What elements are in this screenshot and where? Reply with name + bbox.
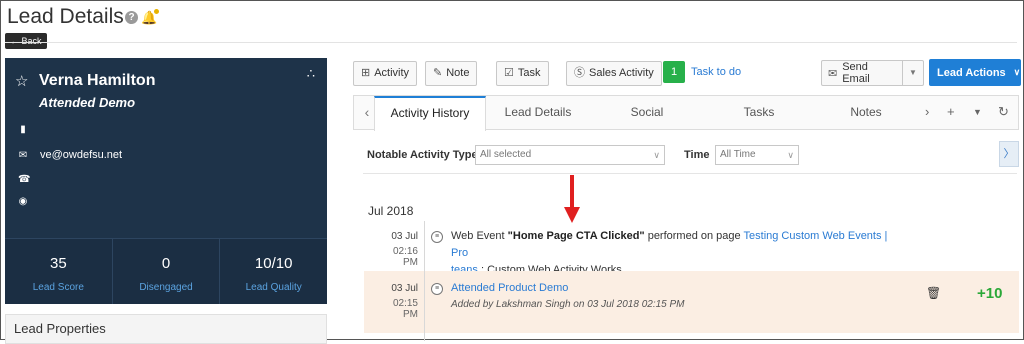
- entry-middle: performed on page: [644, 230, 744, 242]
- web-event-icon: ≡: [431, 231, 443, 243]
- arrow-shaft: [570, 175, 574, 209]
- activity-event-icon: ≡: [431, 283, 443, 295]
- time-filter-select[interactable]: All Time ∨: [715, 145, 799, 165]
- timeline-line-segment: [424, 271, 425, 341]
- arrow-left-icon: ←: [10, 36, 19, 46]
- tab-notes[interactable]: Notes: [816, 96, 916, 129]
- back-button-label: Back: [21, 36, 42, 46]
- activity-tabs: ‹ Activity History Lead Details Social T…: [353, 95, 1019, 131]
- send-email-label: Send Email: [842, 61, 870, 85]
- entry-prefix: Web Event: [451, 230, 508, 242]
- lead-name: Verna Hamilton: [39, 72, 156, 89]
- stat-lead-quality[interactable]: 10/10 Lead Quality: [219, 239, 327, 304]
- back-button[interactable]: ← Back: [5, 33, 47, 49]
- email-row: ✉ ve@owdefsu.net: [18, 149, 122, 161]
- tab-lead-details[interactable]: Lead Details: [488, 96, 588, 129]
- todo-count-badge[interactable]: 1: [663, 61, 685, 83]
- stat-value: 0: [161, 255, 171, 272]
- share-icon[interactable]: ∴: [307, 66, 315, 82]
- star-icon[interactable]: ☆: [15, 72, 28, 90]
- entry-time: 02:15 PM: [392, 298, 418, 320]
- chevron-down-icon[interactable]: ▼: [973, 107, 982, 117]
- lead-actions-label: Lead Actions: [937, 66, 1006, 79]
- page-title: Lead Details: [7, 5, 124, 28]
- header-divider: [5, 42, 1017, 43]
- month-heading: Jul 2018: [368, 204, 414, 218]
- notification-dot: [154, 9, 160, 14]
- stat-disengaged[interactable]: 0 Disengaged: [111, 239, 220, 304]
- trash-icon[interactable]: 🗑: [926, 286, 941, 300]
- company-row: ▮: [18, 124, 28, 135]
- chevron-down-icon: ∨: [653, 150, 660, 160]
- lead-stage: Attended Demo: [39, 95, 136, 110]
- chevron-down-icon: ∨: [1013, 67, 1021, 77]
- event-name: "Home Page CTA Clicked": [507, 230, 645, 242]
- location-row: ◉: [18, 196, 28, 207]
- attended-demo-link[interactable]: Attended Product Demo: [451, 280, 568, 297]
- entry-date: 03 Jul: [391, 231, 418, 242]
- map-pin-icon: ◉: [18, 196, 28, 207]
- dollar-icon: Ⓢ: [574, 67, 585, 79]
- stat-lead-score[interactable]: 35 Lead Score: [5, 239, 112, 304]
- red-arrow-annotation: [564, 175, 580, 223]
- tab-social[interactable]: Social: [597, 96, 697, 129]
- envelope-icon: ✉: [18, 149, 28, 161]
- send-email-button[interactable]: ✉ Send Email ▼: [821, 60, 924, 86]
- lead-actions-button[interactable]: Lead Actions ∨: [929, 59, 1021, 86]
- building-icon: ▮: [20, 124, 26, 135]
- chevron-down-icon: ∨: [787, 150, 794, 160]
- sales-activity-label: Sales Activity: [589, 67, 654, 79]
- time-filter-label: Time: [684, 149, 710, 161]
- sales-activity-button[interactable]: Ⓢ Sales Activity: [566, 61, 662, 86]
- lead-card: ☆ ∴ Verna Hamilton Attended Demo ▮ ✉ ve@…: [5, 58, 327, 304]
- bell-icon[interactable]: 🔔: [141, 9, 160, 24]
- refresh-icon[interactable]: ↻: [998, 104, 1009, 120]
- lead-email[interactable]: ve@owdefsu.net: [40, 149, 122, 161]
- activity-icon: ⊞: [361, 67, 371, 79]
- notable-activity-select[interactable]: All selected ∨: [475, 145, 665, 165]
- time-filter-value: All Time: [720, 149, 756, 160]
- envelope-icon: ✉: [828, 67, 838, 80]
- plus-icon[interactable]: +: [947, 104, 955, 119]
- stat-label: Disengaged: [139, 282, 193, 293]
- add-note-button[interactable]: ✎ Note: [425, 61, 478, 86]
- chevron-right-icon[interactable]: ›: [925, 104, 929, 119]
- note-label: Note: [446, 67, 470, 79]
- add-activity-button[interactable]: ⊞ Activity: [353, 61, 418, 86]
- add-task-button[interactable]: ☑ Task: [496, 61, 549, 86]
- added-by-text: Added by Lakshman Singh on 03 Jul 2018 0…: [451, 299, 685, 310]
- help-icon[interactable]: ?: [125, 11, 138, 24]
- lead-stats: 35 Lead Score 0 Disengaged 10/10 Lead Qu…: [5, 238, 327, 304]
- task-to-do-link[interactable]: Task to do: [691, 66, 741, 78]
- notable-activity-value: All selected: [480, 149, 532, 160]
- filter-divider: [363, 173, 1017, 174]
- chevron-down-icon[interactable]: ▼: [902, 61, 923, 85]
- checklist-icon: ☑: [504, 67, 514, 79]
- entry-time: 02:16 PM: [392, 246, 418, 268]
- tab-activity-history[interactable]: Activity History: [374, 96, 486, 131]
- stat-value: 35: [49, 255, 67, 272]
- stat-label: Lead Quality: [245, 282, 302, 293]
- task-label: Task: [517, 67, 541, 79]
- title-icons: ? 🔔: [125, 9, 160, 24]
- notable-activity-label: Notable Activity Type: [367, 149, 478, 161]
- activity-label: Activity: [374, 67, 410, 79]
- expand-panel-button[interactable]: 〉: [999, 141, 1019, 167]
- phone-row: ☎: [18, 174, 31, 185]
- stat-value: 10/10: [254, 255, 293, 272]
- phone-icon: ☎: [18, 174, 31, 185]
- stat-label: Lead Score: [32, 282, 84, 293]
- entry-date: 03 Jul: [391, 283, 418, 294]
- send-email-main[interactable]: ✉ Send Email: [822, 61, 902, 85]
- note-icon: ✎: [433, 67, 443, 79]
- score-change: +10: [977, 285, 1003, 302]
- chevron-right-circle-icon: 〉: [1003, 148, 1015, 160]
- arrow-head: [564, 207, 580, 223]
- tab-tasks[interactable]: Tasks: [709, 96, 809, 129]
